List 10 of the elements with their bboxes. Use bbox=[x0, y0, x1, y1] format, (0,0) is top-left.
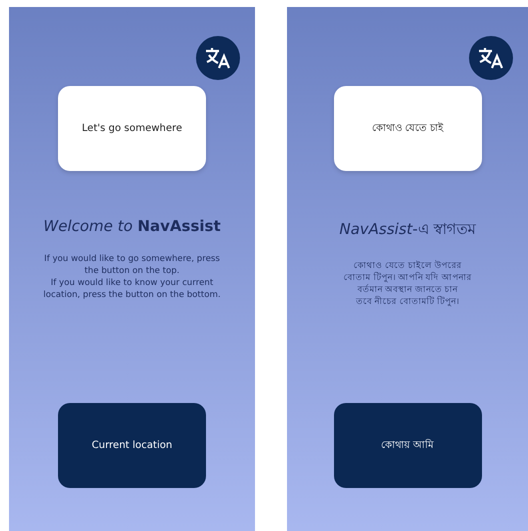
instructions-text: কোথাও যেতে চাইলে উপরের বোতাম টিপুন। আপনি যদি আপনার বর্তমান অবস্থান জানতে চান তবে নীচের বোতামটি টিপুন। bbox=[342, 260, 472, 308]
go-somewhere-button[interactable]: Let's go somewhere bbox=[58, 86, 206, 171]
current-location-button[interactable]: কোথায় আমি bbox=[334, 403, 482, 488]
go-somewhere-button[interactable]: কোথাও যেতে চাই bbox=[334, 86, 482, 171]
translate-icon[interactable] bbox=[196, 36, 240, 80]
current-location-button[interactable]: Current location bbox=[58, 403, 206, 488]
welcome-title: Welcome to NavAssist bbox=[43, 217, 221, 235]
welcome-title: NavAssist-এ স্বাগতম bbox=[339, 219, 476, 240]
instructions-text: If you would like to go somewhere, press the button on the top. If you would like to know your current location, press the button on the bottom. bbox=[42, 253, 222, 302]
translate-icon[interactable] bbox=[469, 36, 513, 80]
